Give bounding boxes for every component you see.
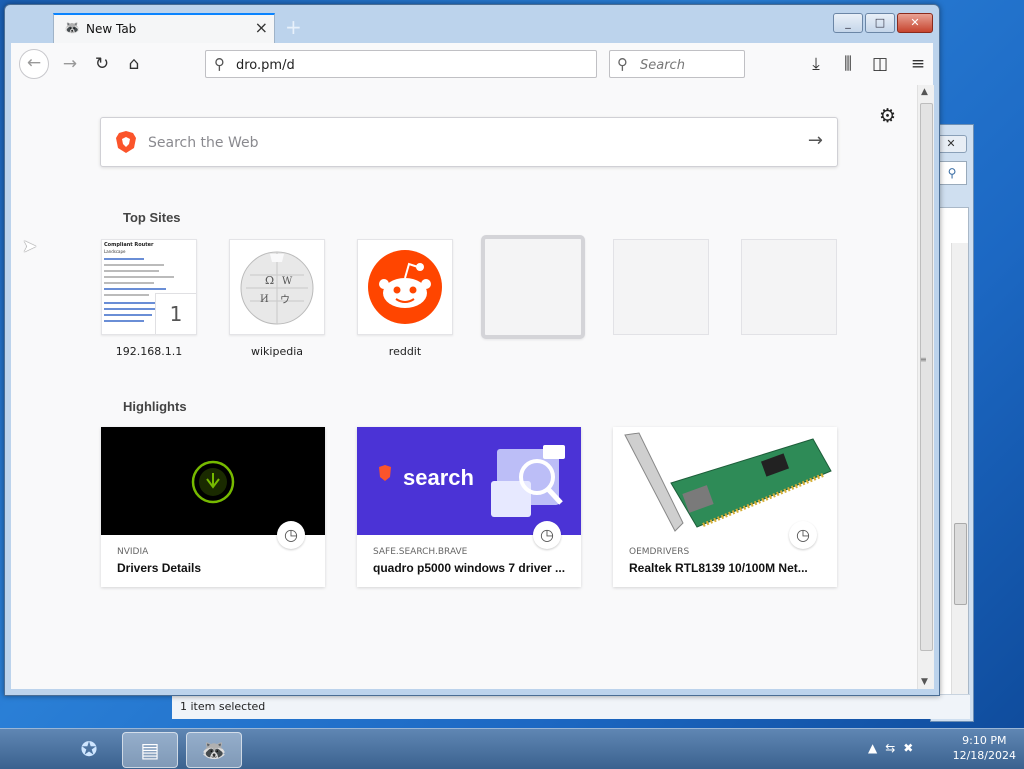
sidebar-icon[interactable]: ◫ xyxy=(867,51,893,77)
search-placeholder: Search xyxy=(640,58,685,73)
top-site-placeholder[interactable] xyxy=(613,239,709,335)
highlight-title: quadro p5000 windows 7 driver ... xyxy=(373,561,566,575)
minimize-button[interactable]: _ xyxy=(833,13,863,33)
search-banner-text: search xyxy=(403,465,474,490)
browser-favicon-icon: 🦝 xyxy=(64,21,81,36)
top-site-placeholder[interactable] xyxy=(741,239,837,335)
top-site-tile[interactable]: Compliant Router Landscape 1 192.168.1.1 xyxy=(101,239,197,358)
site-thumbnail xyxy=(357,239,453,335)
brave-logo-icon xyxy=(116,131,136,153)
svg-text:ウ: ウ xyxy=(280,294,290,306)
site-thumbnail: Ω W И ウ xyxy=(229,239,325,335)
thumbnail-title: Compliant Router xyxy=(104,242,154,248)
background-search-icon[interactable]: ⚲ xyxy=(937,161,967,185)
nvidia-graphic-icon xyxy=(191,460,235,504)
forward-icon[interactable]: → xyxy=(57,51,83,77)
browser-taskbar-icon[interactable]: 🦝 xyxy=(186,732,242,768)
scrollbar-grip-icon: ≡ xyxy=(920,355,927,364)
close-window-button[interactable]: ✕ xyxy=(897,13,933,33)
scrollbar-thumb[interactable] xyxy=(920,103,933,651)
page-scrollbar[interactable]: ▲ ≡ ▼ xyxy=(917,85,934,689)
maximize-button[interactable]: □ xyxy=(865,13,895,33)
file-explorer-icon[interactable]: ▤ xyxy=(122,732,178,768)
status-text: 1 item selected xyxy=(180,700,266,713)
highlight-card[interactable]: ◷ NVIDIA Drivers Details xyxy=(101,427,325,587)
url-bar[interactable]: ⚲ dro.pm/d xyxy=(205,50,597,78)
search-input[interactable]: ⚲ Search xyxy=(609,50,745,78)
time: 9:10 PM xyxy=(962,734,1007,747)
search-icon: ⚲ xyxy=(214,55,225,73)
tab-new-tab[interactable]: 🦝 New Tab × xyxy=(53,13,275,43)
pin-number-badge: 1 xyxy=(155,293,196,334)
web-search-box[interactable]: Search the Web → xyxy=(100,117,838,167)
new-tab-page: ⚙ Search the Web → Top Sites Compliant R… xyxy=(11,85,917,689)
site-thumbnail xyxy=(741,239,837,335)
svg-text:W: W xyxy=(282,276,293,287)
url-value: dro.pm/d xyxy=(236,58,295,73)
top-sites-heading: Top Sites xyxy=(123,210,181,225)
highlight-source: SAFE.SEARCH.BRAVE xyxy=(373,547,468,557)
network-card-image-icon xyxy=(624,432,832,532)
top-site-label: wikipedia xyxy=(250,345,303,358)
highlight-image xyxy=(613,427,837,535)
clock-icon: ◷ xyxy=(277,521,305,549)
top-site-label: reddit xyxy=(388,345,422,358)
date: 12/18/2024 xyxy=(952,749,1016,762)
wikipedia-logo-icon: Ω W И ウ xyxy=(240,251,314,325)
highlight-title: Realtek RTL8139 10/100M Net... xyxy=(629,561,808,575)
background-scrollbar[interactable] xyxy=(951,243,968,703)
arrow-right-icon[interactable]: → xyxy=(808,130,823,151)
home-icon[interactable]: ⌂ xyxy=(121,51,147,77)
mouse-cursor-icon: ➤ xyxy=(22,236,38,257)
menu-icon[interactable]: ≡ xyxy=(905,51,931,77)
site-thumbnail xyxy=(613,239,709,335)
system-tray-icons[interactable]: ▲⇆✖ xyxy=(868,741,921,755)
highlights-heading: Highlights xyxy=(123,399,187,414)
download-icon[interactable]: ⤓ xyxy=(803,51,829,77)
clock-icon: ◷ xyxy=(533,521,561,549)
nav-toolbar: ← → ↻ ⌂ ⚲ dro.pm/d ⚲ Search ⤓ ⫼ ◫ ≡ xyxy=(11,43,933,86)
highlight-card[interactable]: ◷ OEMDRIVERS Realtek RTL8139 10/100M Net… xyxy=(613,427,837,587)
site-thumbnail xyxy=(481,235,585,339)
svg-text:И: И xyxy=(260,294,269,305)
library-icon[interactable]: ⫼ xyxy=(835,51,861,77)
scroll-down-icon[interactable]: ▼ xyxy=(921,677,928,687)
reddit-logo-icon xyxy=(368,250,442,324)
title-bar: 🦝 New Tab × + _ □ ✕ xyxy=(5,5,939,43)
search-icon: ⚲ xyxy=(617,55,628,73)
web-search-placeholder: Search the Web xyxy=(148,135,259,151)
scroll-up-icon[interactable]: ▲ xyxy=(921,87,928,97)
thumbnail-subtitle: Landscape xyxy=(104,249,126,254)
clock-icon: ◷ xyxy=(789,521,817,549)
safari-compass-icon[interactable]: ✪ xyxy=(62,732,116,766)
start-apple-icon[interactable] xyxy=(2,732,56,766)
highlight-image: search xyxy=(357,427,581,535)
top-site-tile[interactable]: reddit xyxy=(357,239,453,358)
highlight-image xyxy=(101,427,325,535)
highlight-card[interactable]: search ◷ SAFE.SEARCH.BRAVE quadro p5000 … xyxy=(357,427,581,587)
highlight-source: OEMDRIVERS xyxy=(629,547,690,557)
svg-text:Ω: Ω xyxy=(265,274,274,287)
status-bar: 1 item selected xyxy=(172,694,970,719)
highlight-title: Drivers Details xyxy=(117,561,202,575)
new-tab-button[interactable]: + xyxy=(285,15,302,39)
close-tab-icon[interactable]: × xyxy=(255,18,268,37)
tab-title: New Tab xyxy=(86,22,137,36)
highlight-source: NVIDIA xyxy=(117,547,149,557)
clock[interactable]: 9:10 PM 12/18/2024 xyxy=(953,733,1016,763)
back-icon[interactable]: ← xyxy=(19,49,49,79)
taskbar: ✪ ▤ 🦝 ▲⇆✖ 9:10 PM 12/18/2024 xyxy=(0,728,1024,769)
top-site-tile[interactable]: Ω W И ウ wikipedia xyxy=(229,239,325,358)
browser-window: 🦝 New Tab × + _ □ ✕ ← → ↻ ⌂ ⚲ dro.pm/d ⚲… xyxy=(4,4,940,696)
top-site-label: 192.168.1.1 xyxy=(115,345,183,358)
reload-icon[interactable]: ↻ xyxy=(89,51,115,77)
gear-icon[interactable]: ⚙ xyxy=(879,105,896,127)
site-thumbnail: Compliant Router Landscape 1 xyxy=(101,239,197,335)
top-site-placeholder[interactable] xyxy=(481,235,585,339)
